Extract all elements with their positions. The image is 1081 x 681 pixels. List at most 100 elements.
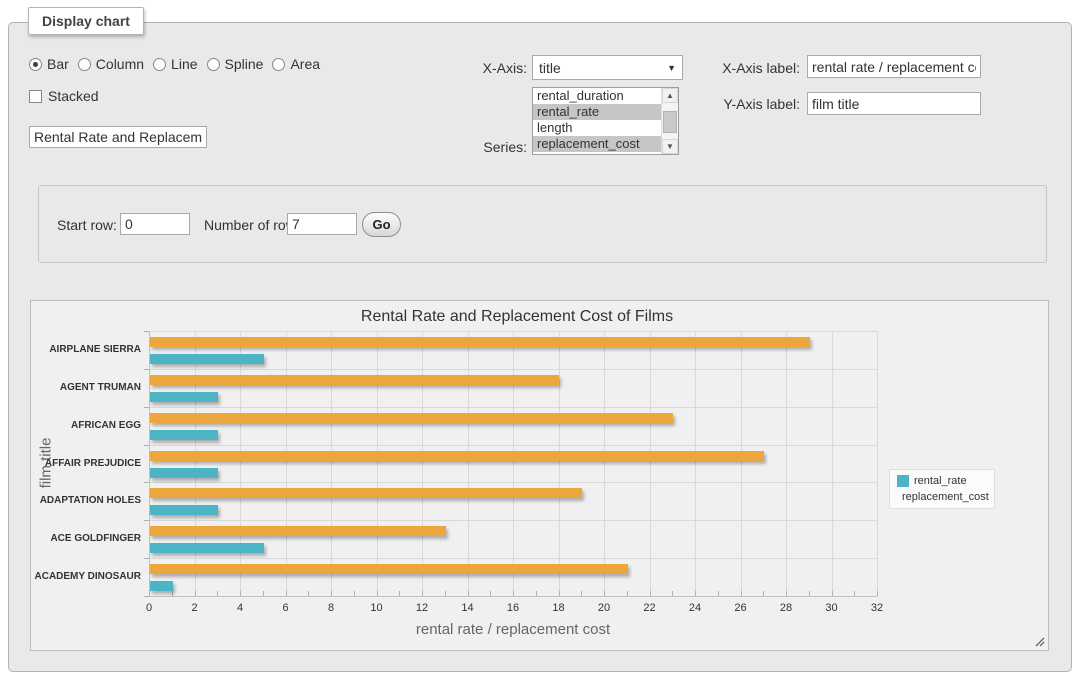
x-axis-tick (468, 591, 469, 596)
stacked-checkbox[interactable] (29, 90, 42, 103)
x-axis-tick (286, 591, 287, 596)
gridline-vertical (422, 331, 423, 596)
bar-rental_rate[interactable] (150, 505, 218, 515)
y-axis-label-input[interactable] (807, 92, 981, 115)
scrollbar-thumb[interactable] (663, 111, 677, 133)
radio-icon[interactable] (29, 58, 42, 71)
category-label: AIRPLANE SIERRA (31, 344, 141, 355)
y-axis-tick (144, 558, 149, 559)
x-axis-tick-label: 8 (328, 602, 334, 614)
series-option-rental_rate[interactable]: rental_rate (533, 104, 661, 120)
gridline-vertical (286, 331, 287, 596)
x-axis-tick (627, 591, 628, 596)
radio-label: Spline (225, 56, 264, 72)
category-label: ACADEMY DINOSAUR (31, 571, 141, 582)
bar-rental_rate[interactable] (150, 354, 264, 364)
radio-icon[interactable] (272, 58, 285, 71)
legend-swatch (897, 475, 909, 487)
bar-replacement_cost[interactable] (150, 488, 582, 498)
chart-legend: rental_rate replacement_cost (889, 469, 995, 509)
chart-type-area[interactable]: Area (272, 56, 320, 72)
x-axis-tick (354, 591, 355, 596)
radio-icon[interactable] (153, 58, 166, 71)
start-row-input[interactable] (120, 213, 190, 235)
x-axis-tick-label: 14 (461, 602, 473, 614)
radio-label: Area (290, 56, 320, 72)
x-axis-tick (445, 591, 446, 596)
x-axis-tick (195, 591, 196, 596)
x-axis-tick-label: 32 (871, 602, 883, 614)
bar-replacement_cost[interactable] (150, 413, 673, 423)
bar-replacement_cost[interactable] (150, 451, 764, 461)
bar-rental_rate[interactable] (150, 468, 218, 478)
scroll-up-icon[interactable]: ▲ (662, 88, 678, 103)
x-axis-tick-label: 28 (780, 602, 792, 614)
series-option-rental_duration[interactable]: rental_duration (533, 88, 661, 104)
bar-rental_rate[interactable] (150, 392, 218, 402)
gridline-vertical (741, 331, 742, 596)
x-axis-tick (672, 591, 673, 596)
series-scrollbar[interactable]: ▲ ▼ (661, 88, 678, 154)
x-axis-tick-label: 20 (598, 602, 610, 614)
category-label: ACE GOLDFINGER (31, 533, 141, 544)
chevron-down-icon: ▼ (667, 63, 676, 73)
series-option-length[interactable]: length (533, 120, 661, 136)
x-axis-line (149, 596, 877, 597)
category-label: AGENT TRUMAN (31, 382, 141, 393)
x-axis-tick-label: 10 (370, 602, 382, 614)
go-button[interactable]: Go (362, 212, 401, 237)
x-axis-tick (809, 591, 810, 596)
x-axis-tick (741, 591, 742, 596)
category-label: AFFAIR PREJUDICE (31, 458, 141, 469)
radio-icon[interactable] (207, 58, 220, 71)
category-label: AFRICAN EGG (31, 420, 141, 431)
x-axis-tick-label: 30 (825, 602, 837, 614)
gridline-horizontal (149, 445, 877, 446)
number-of-rows-input[interactable] (287, 213, 357, 235)
series-option-replacement_cost[interactable]: replacement_cost (533, 136, 661, 152)
y-axis-line (149, 331, 150, 596)
stacked-label: Stacked (48, 88, 99, 104)
series-listbox: rental_durationrental_ratelengthreplacem… (532, 87, 679, 155)
gridline-horizontal (149, 558, 877, 559)
chart-x-axis-label: rental rate / replacement cost (416, 621, 610, 638)
legend-label: rental_rate (914, 475, 967, 487)
gridline-vertical (559, 331, 560, 596)
panel-title: Display chart (28, 7, 144, 35)
resize-handle-icon[interactable] (1034, 636, 1045, 647)
bar-rental_rate[interactable] (150, 543, 264, 553)
series-caption: Series: (450, 139, 527, 155)
legend-item-rental_rate[interactable]: rental_rate (897, 475, 987, 487)
bar-replacement_cost[interactable] (150, 564, 628, 574)
x-axis-tick (832, 591, 833, 596)
x-axis-tick (513, 591, 514, 596)
radio-icon[interactable] (78, 58, 91, 71)
x-axis-tick (604, 591, 605, 596)
chart-type-line[interactable]: Line (153, 56, 197, 72)
gridline-vertical (331, 331, 332, 596)
chart-type-column[interactable]: Column (78, 56, 144, 72)
series-options: rental_durationrental_ratelengthreplacem… (533, 88, 661, 154)
chart-type-spline[interactable]: Spline (207, 56, 264, 72)
x-axis-tick-label: 2 (191, 602, 197, 614)
gridline-horizontal (149, 331, 877, 332)
gridline-horizontal (149, 482, 877, 483)
radio-label: Line (171, 56, 197, 72)
bar-replacement_cost[interactable] (150, 375, 559, 385)
legend-item-replacement_cost[interactable]: replacement_cost (897, 491, 987, 503)
chart-type-bar[interactable]: Bar (29, 56, 69, 72)
x-axis-select[interactable]: title ▼ (532, 55, 683, 80)
x-axis-select-value: title (539, 60, 561, 76)
x-axis-label-input[interactable] (807, 55, 981, 78)
gridline-vertical (377, 331, 378, 596)
bar-replacement_cost[interactable] (150, 526, 446, 536)
scroll-down-icon[interactable]: ▼ (662, 139, 678, 154)
scrollbar-track[interactable] (662, 103, 678, 139)
x-axis-tick (718, 591, 719, 596)
y-axis-tick (144, 482, 149, 483)
chart-title-input[interactable] (29, 126, 207, 148)
chart-container: Rental Rate and Replacement Cost of Film… (30, 300, 1049, 651)
bar-rental_rate[interactable] (150, 430, 218, 440)
bar-replacement_cost[interactable] (150, 337, 810, 347)
bar-rental_rate[interactable] (150, 581, 173, 591)
